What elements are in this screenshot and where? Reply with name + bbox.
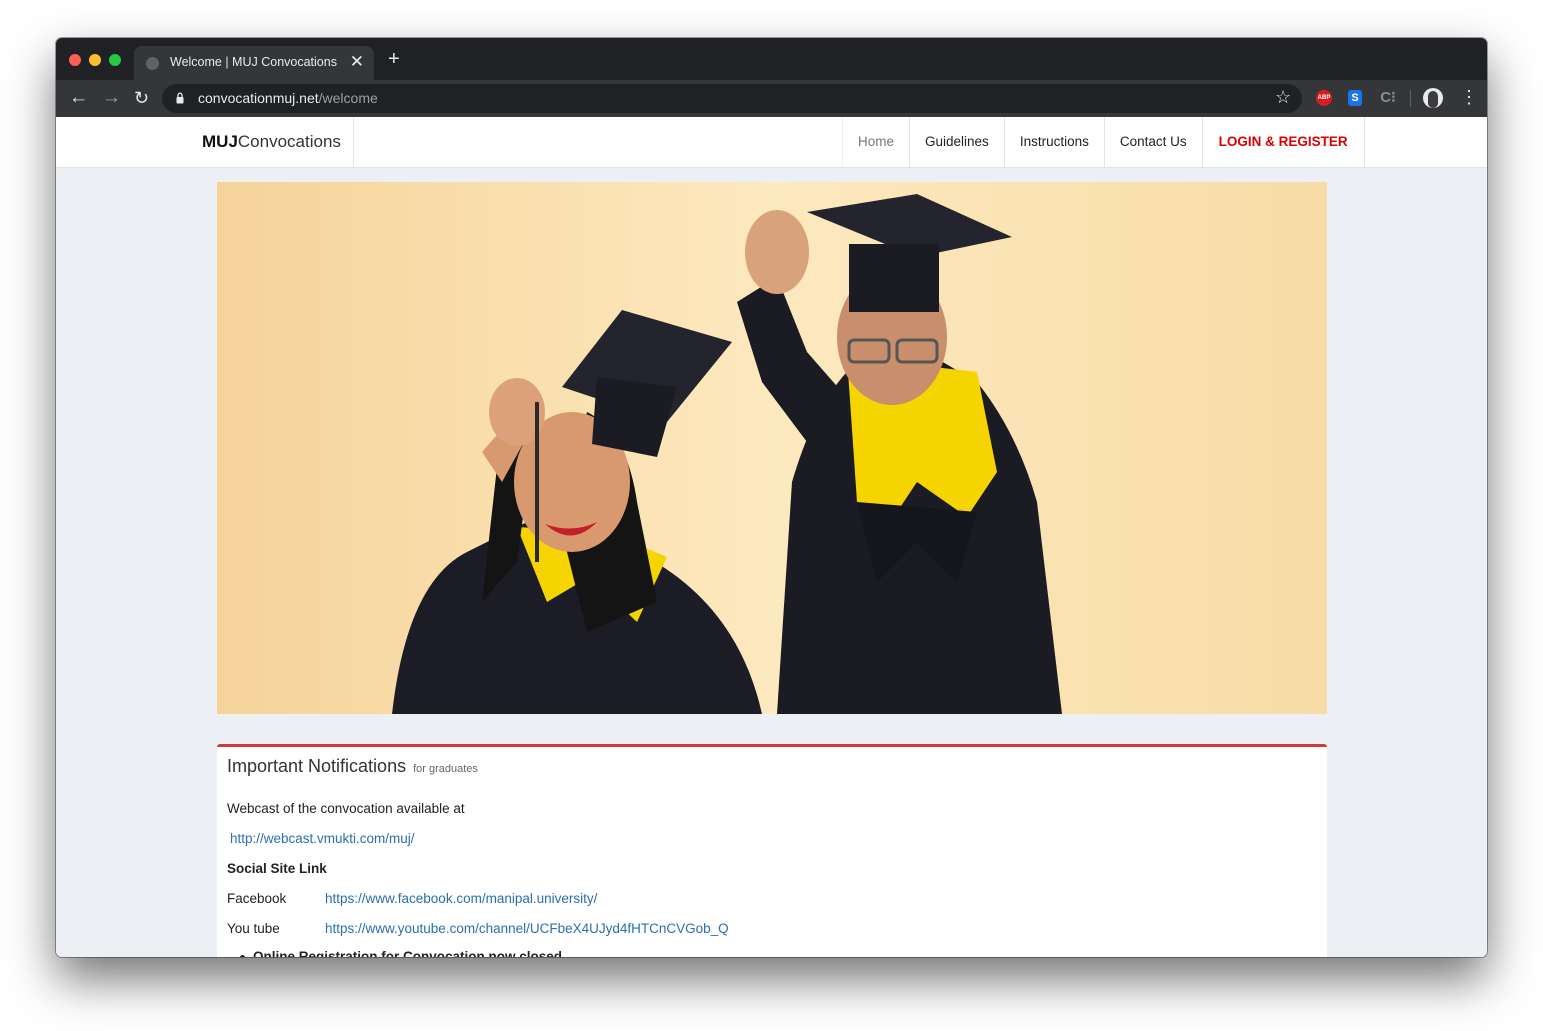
youtube-link[interactable]: https://www.youtube.com/channel/UCFbeX4U… bbox=[325, 921, 729, 936]
site-brand[interactable]: MUJConvocations bbox=[202, 132, 341, 152]
close-tab-icon[interactable]: ✕ bbox=[350, 52, 364, 72]
bookmark-star-icon[interactable]: ☆ bbox=[1275, 87, 1291, 107]
c-extension-icon[interactable]: C⁝ bbox=[1379, 90, 1397, 106]
webcast-text: Webcast of the convocation available at bbox=[227, 801, 465, 816]
site-navbar: MUJConvocations Home Guidelines Instruct… bbox=[56, 117, 1487, 168]
nav-menu: Home Guidelines Instructions Contact Us … bbox=[842, 117, 1365, 167]
web-page: MUJConvocations Home Guidelines Instruct… bbox=[56, 117, 1487, 957]
tab-strip: Welcome | MUJ Convocations ✕ + bbox=[56, 38, 1487, 80]
globe-icon bbox=[146, 57, 159, 70]
facebook-label: Facebook bbox=[227, 891, 287, 906]
lock-icon bbox=[176, 92, 184, 104]
new-tab-icon[interactable]: + bbox=[388, 49, 400, 69]
brand-bold: MUJ bbox=[202, 132, 238, 151]
nav-link-guidelines[interactable]: Guidelines bbox=[910, 117, 1005, 167]
brand-divider bbox=[353, 117, 354, 167]
profile-avatar[interactable] bbox=[1423, 88, 1443, 108]
browser-tab-active[interactable]: Welcome | MUJ Convocations ✕ bbox=[134, 46, 374, 80]
url-path: /welcome bbox=[318, 90, 378, 106]
notifications-heading: Important Notifications bbox=[227, 756, 407, 776]
brand-rest: Convocations bbox=[237, 132, 341, 151]
social-heading: Social Site Link bbox=[227, 861, 327, 876]
nav-link-login-register[interactable]: LOGIN & REGISTER bbox=[1203, 117, 1365, 167]
address-bar[interactable]: convocationmuj.net/welcome bbox=[162, 84, 1302, 113]
maximize-window-button[interactable] bbox=[109, 54, 121, 66]
registration-closed-notice: Online Registration for Convocation now … bbox=[239, 949, 562, 957]
hero-graduates-image bbox=[217, 182, 1327, 714]
tab-title: Welcome | MUJ Convocations bbox=[170, 55, 337, 69]
forward-arrow-icon[interactable]: → bbox=[102, 88, 121, 108]
url-text[interactable]: convocationmuj.net/welcome bbox=[198, 90, 378, 106]
minimize-window-button[interactable] bbox=[89, 54, 101, 66]
reload-icon[interactable]: ↻ bbox=[134, 88, 149, 108]
s-extension-icon[interactable]: S bbox=[1348, 90, 1362, 106]
back-arrow-icon[interactable]: ← bbox=[69, 88, 88, 108]
adblock-extension-icon[interactable]: ABP bbox=[1316, 90, 1332, 106]
nav-link-instructions[interactable]: Instructions bbox=[1005, 117, 1105, 167]
youtube-label: You tube bbox=[227, 921, 280, 936]
notifications-subtitle: for graduates bbox=[413, 763, 478, 775]
notifications-panel: Important Notifications for graduates We… bbox=[217, 744, 1327, 957]
toolbar-divider bbox=[1410, 90, 1411, 107]
nav-link-contact-us[interactable]: Contact Us bbox=[1105, 117, 1203, 167]
notifications-title: Important Notifications for graduates bbox=[227, 756, 478, 777]
nav-link-home[interactable]: Home bbox=[843, 117, 911, 167]
close-window-button[interactable] bbox=[69, 54, 81, 66]
browser-window: Welcome | MUJ Convocations ✕ + ← → ↻ con… bbox=[56, 38, 1487, 957]
facebook-link[interactable]: https://www.facebook.com/manipal.univers… bbox=[325, 891, 597, 906]
webcast-link[interactable]: http://webcast.vmukti.com/muj/ bbox=[230, 831, 415, 846]
browser-toolbar: ← → ↻ convocationmuj.net/welcome ☆ ABP S… bbox=[56, 80, 1487, 117]
more-menu-icon[interactable]: ⋮ bbox=[1460, 87, 1478, 107]
url-host: convocationmuj.net bbox=[198, 90, 319, 106]
